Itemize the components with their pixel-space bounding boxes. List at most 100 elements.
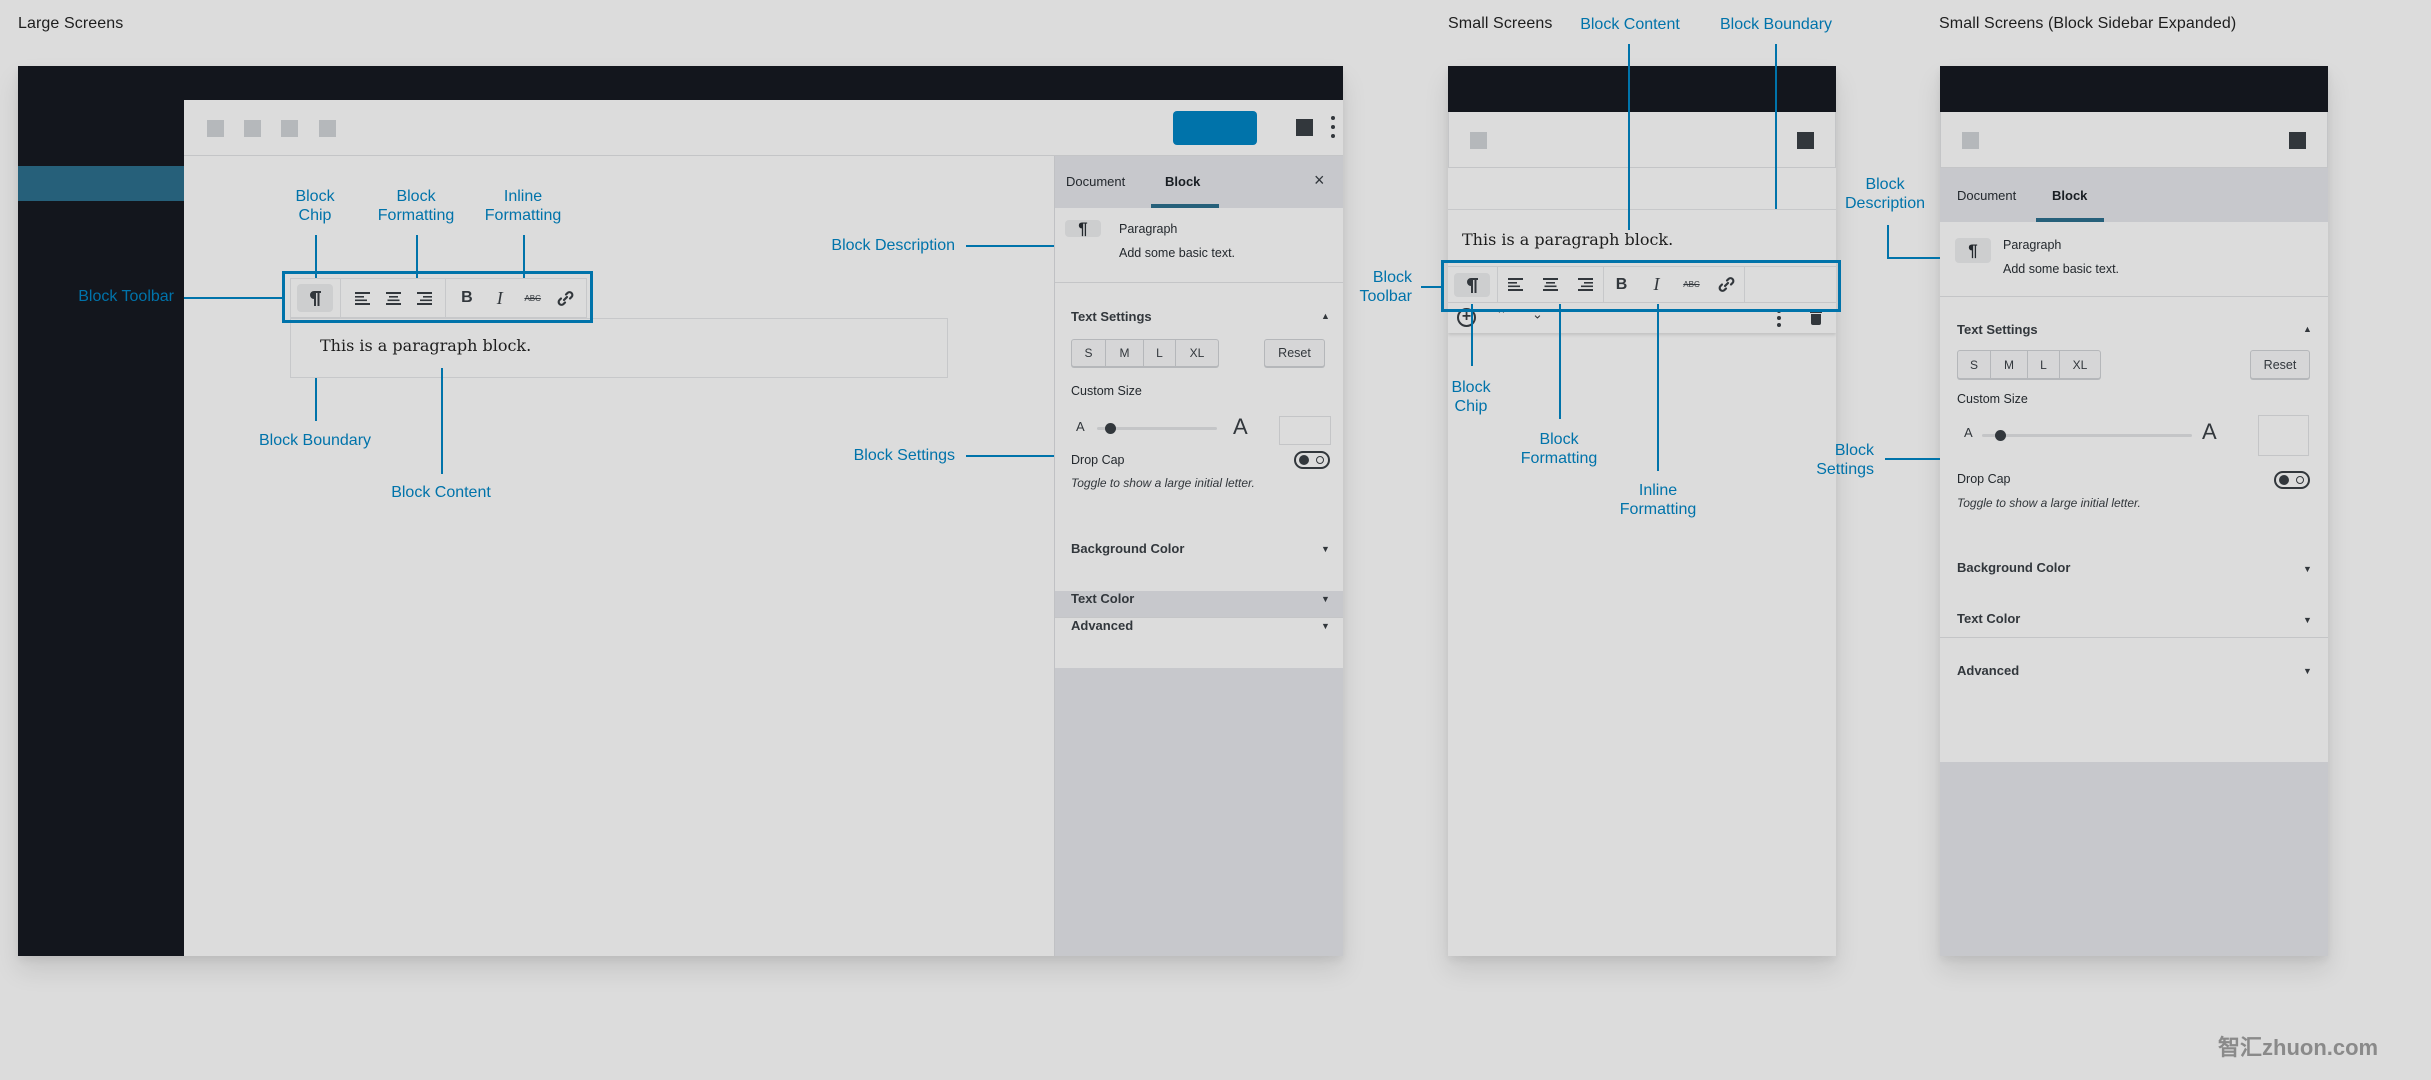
- collapse-caret-icon[interactable]: ▲: [2303, 324, 2312, 334]
- sidebar-tabs: Document Block: [1940, 168, 2328, 222]
- expand-caret-icon[interactable]: ▼: [1321, 594, 1330, 604]
- block-type-icon: ¶: [1065, 219, 1101, 238]
- block-description: Add some basic text.: [1119, 246, 1236, 260]
- annotation-block-content-small: Block Content: [1580, 16, 1680, 33]
- size-m-button[interactable]: M: [1991, 351, 2028, 378]
- block-description: Add some basic text.: [2003, 262, 2120, 276]
- annotation-block-toolbar-small: Block Toolbar: [1359, 269, 1412, 305]
- paragraph-block-boundary[interactable]: This is a paragraph block.: [290, 318, 948, 378]
- size-xl-button[interactable]: XL: [1176, 340, 1218, 366]
- panel-text-color[interactable]: Text Color: [1957, 611, 2020, 626]
- large-screen-frame: This is a paragraph block. B I ABC Docum…: [18, 66, 1343, 956]
- custom-size-slider[interactable]: [1982, 434, 2192, 437]
- paragraph-block-content[interactable]: This is a paragraph block.: [320, 336, 531, 355]
- drop-cap-toggle[interactable]: [2274, 471, 2310, 489]
- tab-document[interactable]: Document: [1066, 174, 1125, 189]
- font-size-picker: S M L XL: [1957, 350, 2101, 379]
- annotation-block-toolbar: Block Toolbar: [78, 288, 174, 305]
- block-toolbar-highlight-small: [1441, 260, 1841, 312]
- settings-sidebar: Document Block × ¶ Paragraph Add some ba…: [1054, 156, 1343, 956]
- reset-button[interactable]: Reset: [2250, 350, 2310, 379]
- font-size-picker: S M L XL: [1071, 339, 1219, 367]
- panel-advanced[interactable]: Advanced: [1071, 618, 1133, 633]
- expand-caret-icon[interactable]: ▼: [2303, 564, 2312, 574]
- sidebar-body: ¶ Paragraph Add some basic text. Text Se…: [1940, 222, 2328, 762]
- large-a-label: A: [2202, 419, 2217, 444]
- redo-icon[interactable]: [281, 120, 298, 137]
- annotation-inline-formatting-small: Inline Formatting: [1619, 482, 1697, 518]
- drop-cap-label: Drop Cap: [1071, 453, 1125, 467]
- text-settings-title[interactable]: Text Settings: [1071, 309, 1152, 324]
- custom-size-input[interactable]: [1279, 416, 1331, 445]
- reset-button[interactable]: Reset: [1264, 339, 1325, 367]
- trash-icon[interactable]: [1810, 309, 1822, 325]
- size-s-button[interactable]: S: [1072, 340, 1106, 366]
- editor-header: [1448, 112, 1836, 168]
- annotation-block-settings: Block Settings: [853, 447, 955, 464]
- annotation-block-formatting: Block Formatting: [377, 188, 455, 224]
- editor-header: [184, 100, 1343, 156]
- annotation-block-content: Block Content: [391, 484, 491, 501]
- inserter-icon[interactable]: [1962, 132, 1979, 149]
- admin-menu-active-item[interactable]: [18, 166, 184, 201]
- drop-cap-help: Toggle to show a large initial letter.: [1071, 476, 1255, 490]
- expand-caret-icon[interactable]: ▼: [2303, 666, 2312, 676]
- annotation-block-chip: Block Chip: [295, 188, 335, 224]
- size-s-button[interactable]: S: [1958, 351, 1991, 378]
- tab-block[interactable]: Block: [2052, 188, 2087, 203]
- annotation-block-formatting-small: Block Formatting: [1520, 431, 1598, 467]
- drop-cap-label: Drop Cap: [1957, 472, 2011, 486]
- large-a-label: A: [1233, 414, 1248, 439]
- expand-caret-icon[interactable]: ▼: [2303, 615, 2312, 625]
- collapse-caret-icon[interactable]: ▲: [1321, 311, 1330, 321]
- tab-block[interactable]: Block: [1165, 174, 1200, 189]
- small-a-label: A: [1076, 419, 1085, 434]
- expand-caret-icon[interactable]: ▼: [1321, 544, 1330, 554]
- block-toolbar-highlight: [282, 271, 593, 323]
- paragraph-block-content[interactable]: This is a paragraph block.: [1462, 230, 1673, 249]
- custom-size-input[interactable]: [2258, 415, 2309, 456]
- more-menu-icon[interactable]: [1331, 116, 1335, 140]
- annotation-block-chip-small: Block Chip: [1451, 379, 1491, 415]
- expand-caret-icon[interactable]: ▼: [1321, 621, 1330, 631]
- settings-icon[interactable]: [2289, 132, 2306, 149]
- block-name: Paragraph: [2003, 238, 2062, 252]
- editor-header: [1940, 112, 2328, 168]
- panel-background-color[interactable]: Background Color: [1071, 541, 1184, 556]
- drop-cap-toggle[interactable]: [1294, 451, 1330, 469]
- sidebar-tabs: Document Block ×: [1055, 156, 1343, 208]
- size-l-button[interactable]: L: [1144, 340, 1176, 366]
- small-a-label: A: [1964, 425, 1973, 440]
- custom-size-label: Custom Size: [1957, 392, 2028, 406]
- size-xl-button[interactable]: XL: [2060, 351, 2100, 378]
- settings-icon[interactable]: [1296, 119, 1313, 136]
- publish-button[interactable]: [1173, 111, 1257, 145]
- panel-text-color[interactable]: Text Color: [1071, 591, 1134, 606]
- slider-thumb[interactable]: [1995, 430, 2007, 441]
- section-title-large: Large Screens: [18, 15, 124, 32]
- panel-background-color[interactable]: Background Color: [1957, 560, 2070, 575]
- section-title-small-expanded: Small Screens (Block Sidebar Expanded): [1939, 15, 2237, 32]
- admin-top-bar: [1940, 66, 2328, 112]
- block-type-icon: ¶: [1955, 238, 1991, 263]
- watermark: 智汇zhuon.com: [2218, 1035, 2379, 1060]
- tab-document[interactable]: Document: [1957, 188, 2016, 203]
- annotation-block-settings-small: Block Settings: [1816, 442, 1874, 478]
- panel-advanced[interactable]: Advanced: [1957, 663, 2019, 678]
- size-l-button[interactable]: L: [2028, 351, 2060, 378]
- drop-cap-help: Toggle to show a large initial letter.: [1957, 496, 2141, 510]
- custom-size-label: Custom Size: [1071, 384, 1142, 398]
- close-icon[interactable]: ×: [1314, 170, 1325, 191]
- section-title-small: Small Screens: [1448, 15, 1553, 32]
- size-m-button[interactable]: M: [1106, 340, 1144, 366]
- slider-thumb[interactable]: [1104, 423, 1116, 434]
- annotation-inline-formatting: Inline Formatting: [484, 188, 562, 224]
- text-settings-title[interactable]: Text Settings: [1957, 322, 2038, 337]
- small-expanded-frame: Document Block ¶ Paragraph Add some basi…: [1940, 66, 2328, 956]
- settings-icon[interactable]: [1797, 132, 1814, 149]
- block-name: Paragraph: [1119, 222, 1178, 236]
- info-icon[interactable]: [319, 120, 336, 137]
- inserter-icon[interactable]: [207, 120, 224, 137]
- undo-icon[interactable]: [244, 120, 261, 137]
- inserter-icon[interactable]: [1470, 132, 1487, 149]
